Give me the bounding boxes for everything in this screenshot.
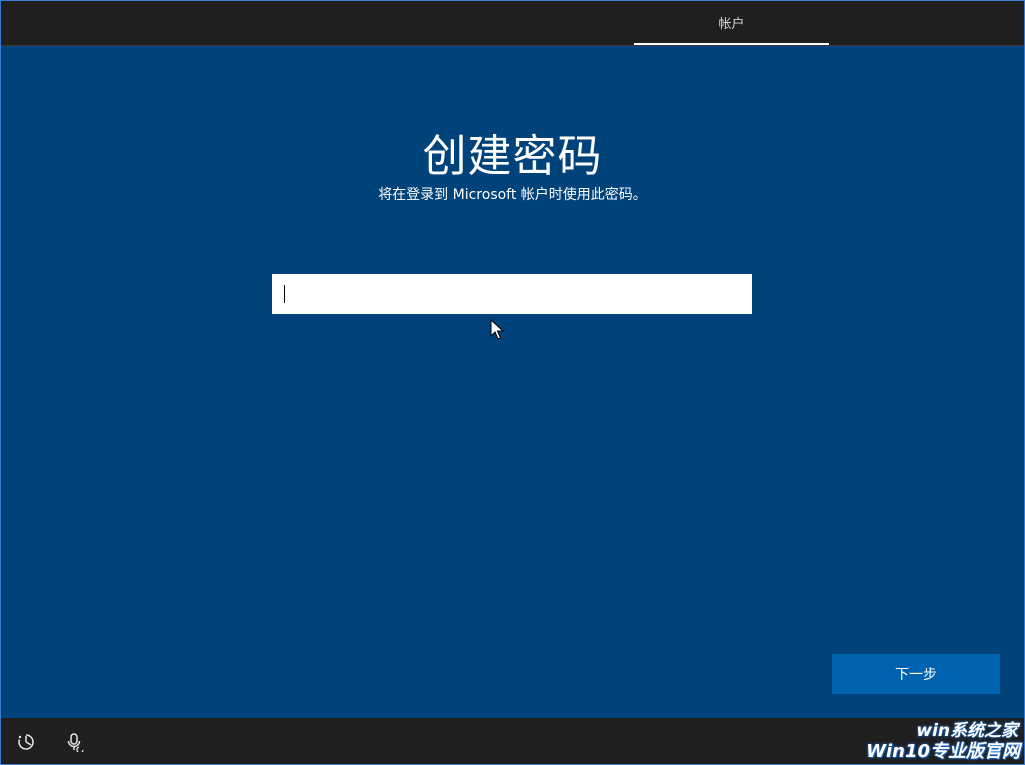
watermark-line2: Win10专业版官网	[866, 741, 1020, 762]
tab-account-label: 帐户	[718, 16, 745, 32]
text-caret	[284, 285, 285, 303]
top-bar: 帐户	[1, 1, 1024, 46]
page-subtitle: 将在登录到 Microsoft 帐户时使用此密码。	[378, 187, 647, 203]
tab-account[interactable]: 帐户	[634, 1, 829, 45]
next-button[interactable]: 下一步	[832, 654, 1000, 694]
oobe-window: 帐户 创建密码 将在登录到 Microsoft 帐户时使用此密码。 下一步 wi	[0, 0, 1025, 765]
page-title: 创建密码	[422, 131, 603, 182]
microphone-icon[interactable]	[65, 732, 85, 752]
main-panel: 创建密码 将在登录到 Microsoft 帐户时使用此密码。 下一步	[1, 46, 1024, 718]
site-watermark: win系统之家 Win10专业版官网	[849, 714, 1024, 764]
next-button-label: 下一步	[895, 666, 937, 682]
mouse-pointer-icon	[490, 319, 504, 340]
password-input[interactable]	[272, 274, 752, 314]
ease-of-access-icon[interactable]	[16, 732, 36, 752]
